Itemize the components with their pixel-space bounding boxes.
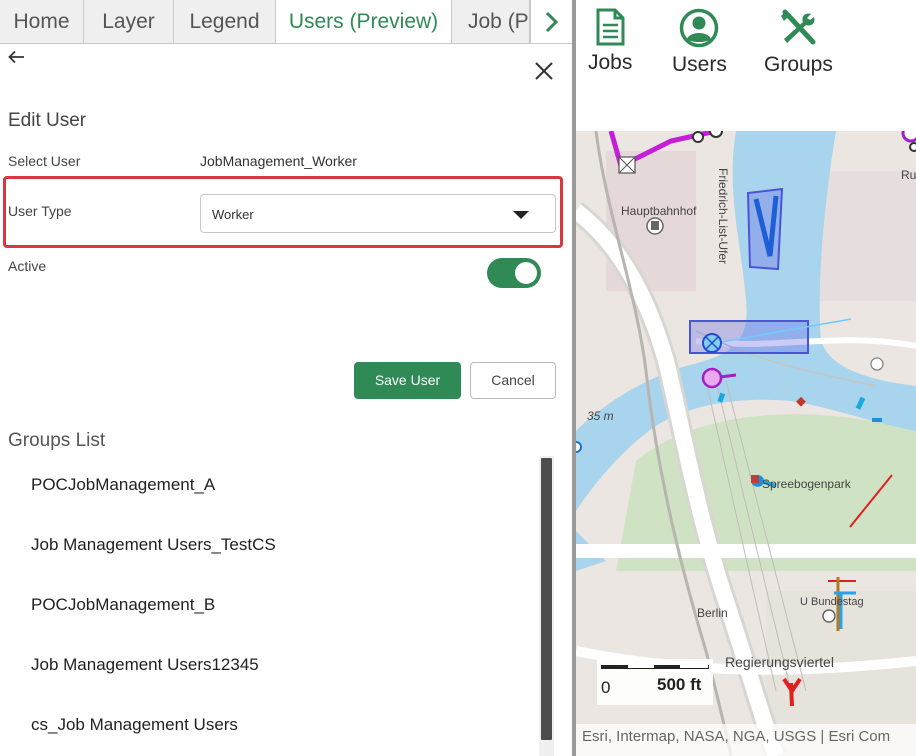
groups-scrollbar-thumb[interactable] xyxy=(541,458,552,740)
map-label-park: Spreebogenpark xyxy=(762,477,851,491)
scale-max-label: 500 ft xyxy=(657,675,702,694)
chevron-right-icon xyxy=(545,11,558,33)
select-user-value: JobManagement_Worker xyxy=(200,153,357,169)
map-label-hauptbahnhof: Hauptbahnhof xyxy=(621,204,697,218)
group-item[interactable]: Job Management Users_TestCS xyxy=(31,535,276,555)
map-label-bundestag: U Bundestag xyxy=(800,596,864,608)
map-label-elevation: 35 m xyxy=(587,409,614,423)
document-icon xyxy=(596,8,625,46)
groups-button[interactable]: Groups xyxy=(764,8,833,77)
map-attribution[interactable]: Esri, Intermap, NASA, NGA, USGS | Esri C… xyxy=(576,724,916,756)
scale-segment xyxy=(602,665,628,669)
map-label-street: Friedrich-List-Ufer xyxy=(716,168,730,265)
arrow-left-icon xyxy=(8,50,24,64)
tab-scroll-right-button[interactable] xyxy=(530,0,572,43)
tab-layer[interactable]: Layer xyxy=(84,0,174,43)
group-item[interactable]: cs_Job Management Users xyxy=(31,715,238,735)
tab-job[interactable]: Job (Pr xyxy=(452,0,530,43)
scale-zero-label: 0 xyxy=(601,678,611,697)
edit-user-title: Edit User xyxy=(8,110,87,131)
user-icon xyxy=(680,8,719,48)
caret-down-icon xyxy=(513,211,529,219)
map-label-cropped: Ru xyxy=(901,168,916,182)
tab-bar: Home Layer Legend Users (Preview) Job (P… xyxy=(0,0,572,44)
scale-segment xyxy=(654,665,680,669)
scale-line xyxy=(601,665,709,669)
user-type-selected-value: Worker xyxy=(212,207,254,222)
group-item[interactable]: POCJobManagement_A xyxy=(31,475,215,495)
map-label-regierungsviertel: Regierungsviertel xyxy=(725,654,834,670)
active-label: Active xyxy=(8,258,47,274)
jobs-button[interactable]: Jobs xyxy=(588,8,632,75)
group-item[interactable]: POCJobManagement_B xyxy=(31,595,215,615)
map-label-berlin: Berlin xyxy=(697,606,728,620)
back-button[interactable] xyxy=(8,50,28,66)
user-management-panel: Home Layer Legend Users (Preview) Job (P… xyxy=(0,0,572,756)
cancel-button[interactable]: Cancel xyxy=(470,362,556,399)
groups-label: Groups xyxy=(764,53,833,76)
map-toolbar: Jobs Users Groups xyxy=(576,0,916,131)
toggle-knob xyxy=(515,262,537,284)
tab-home[interactable]: Home xyxy=(0,0,84,43)
scale-bar: 0 500 ft xyxy=(597,659,713,705)
tab-legend[interactable]: Legend xyxy=(174,0,276,43)
tools-icon xyxy=(781,9,816,45)
close-icon xyxy=(535,62,553,80)
group-item[interactable]: Job Management Users12345 xyxy=(31,655,259,675)
user-type-dropdown[interactable]: Worker xyxy=(200,194,556,233)
save-user-button[interactable]: Save User xyxy=(354,362,461,399)
close-button[interactable] xyxy=(534,61,554,81)
users-button[interactable]: Users xyxy=(672,8,727,77)
users-label: Users xyxy=(672,53,727,76)
user-type-label: User Type xyxy=(8,203,72,219)
tab-users-preview[interactable]: Users (Preview) xyxy=(276,0,452,43)
active-toggle[interactable] xyxy=(487,258,541,288)
groups-list-title: Groups List xyxy=(8,430,106,451)
jobs-label: Jobs xyxy=(588,51,633,74)
select-user-label: Select User xyxy=(8,153,81,169)
